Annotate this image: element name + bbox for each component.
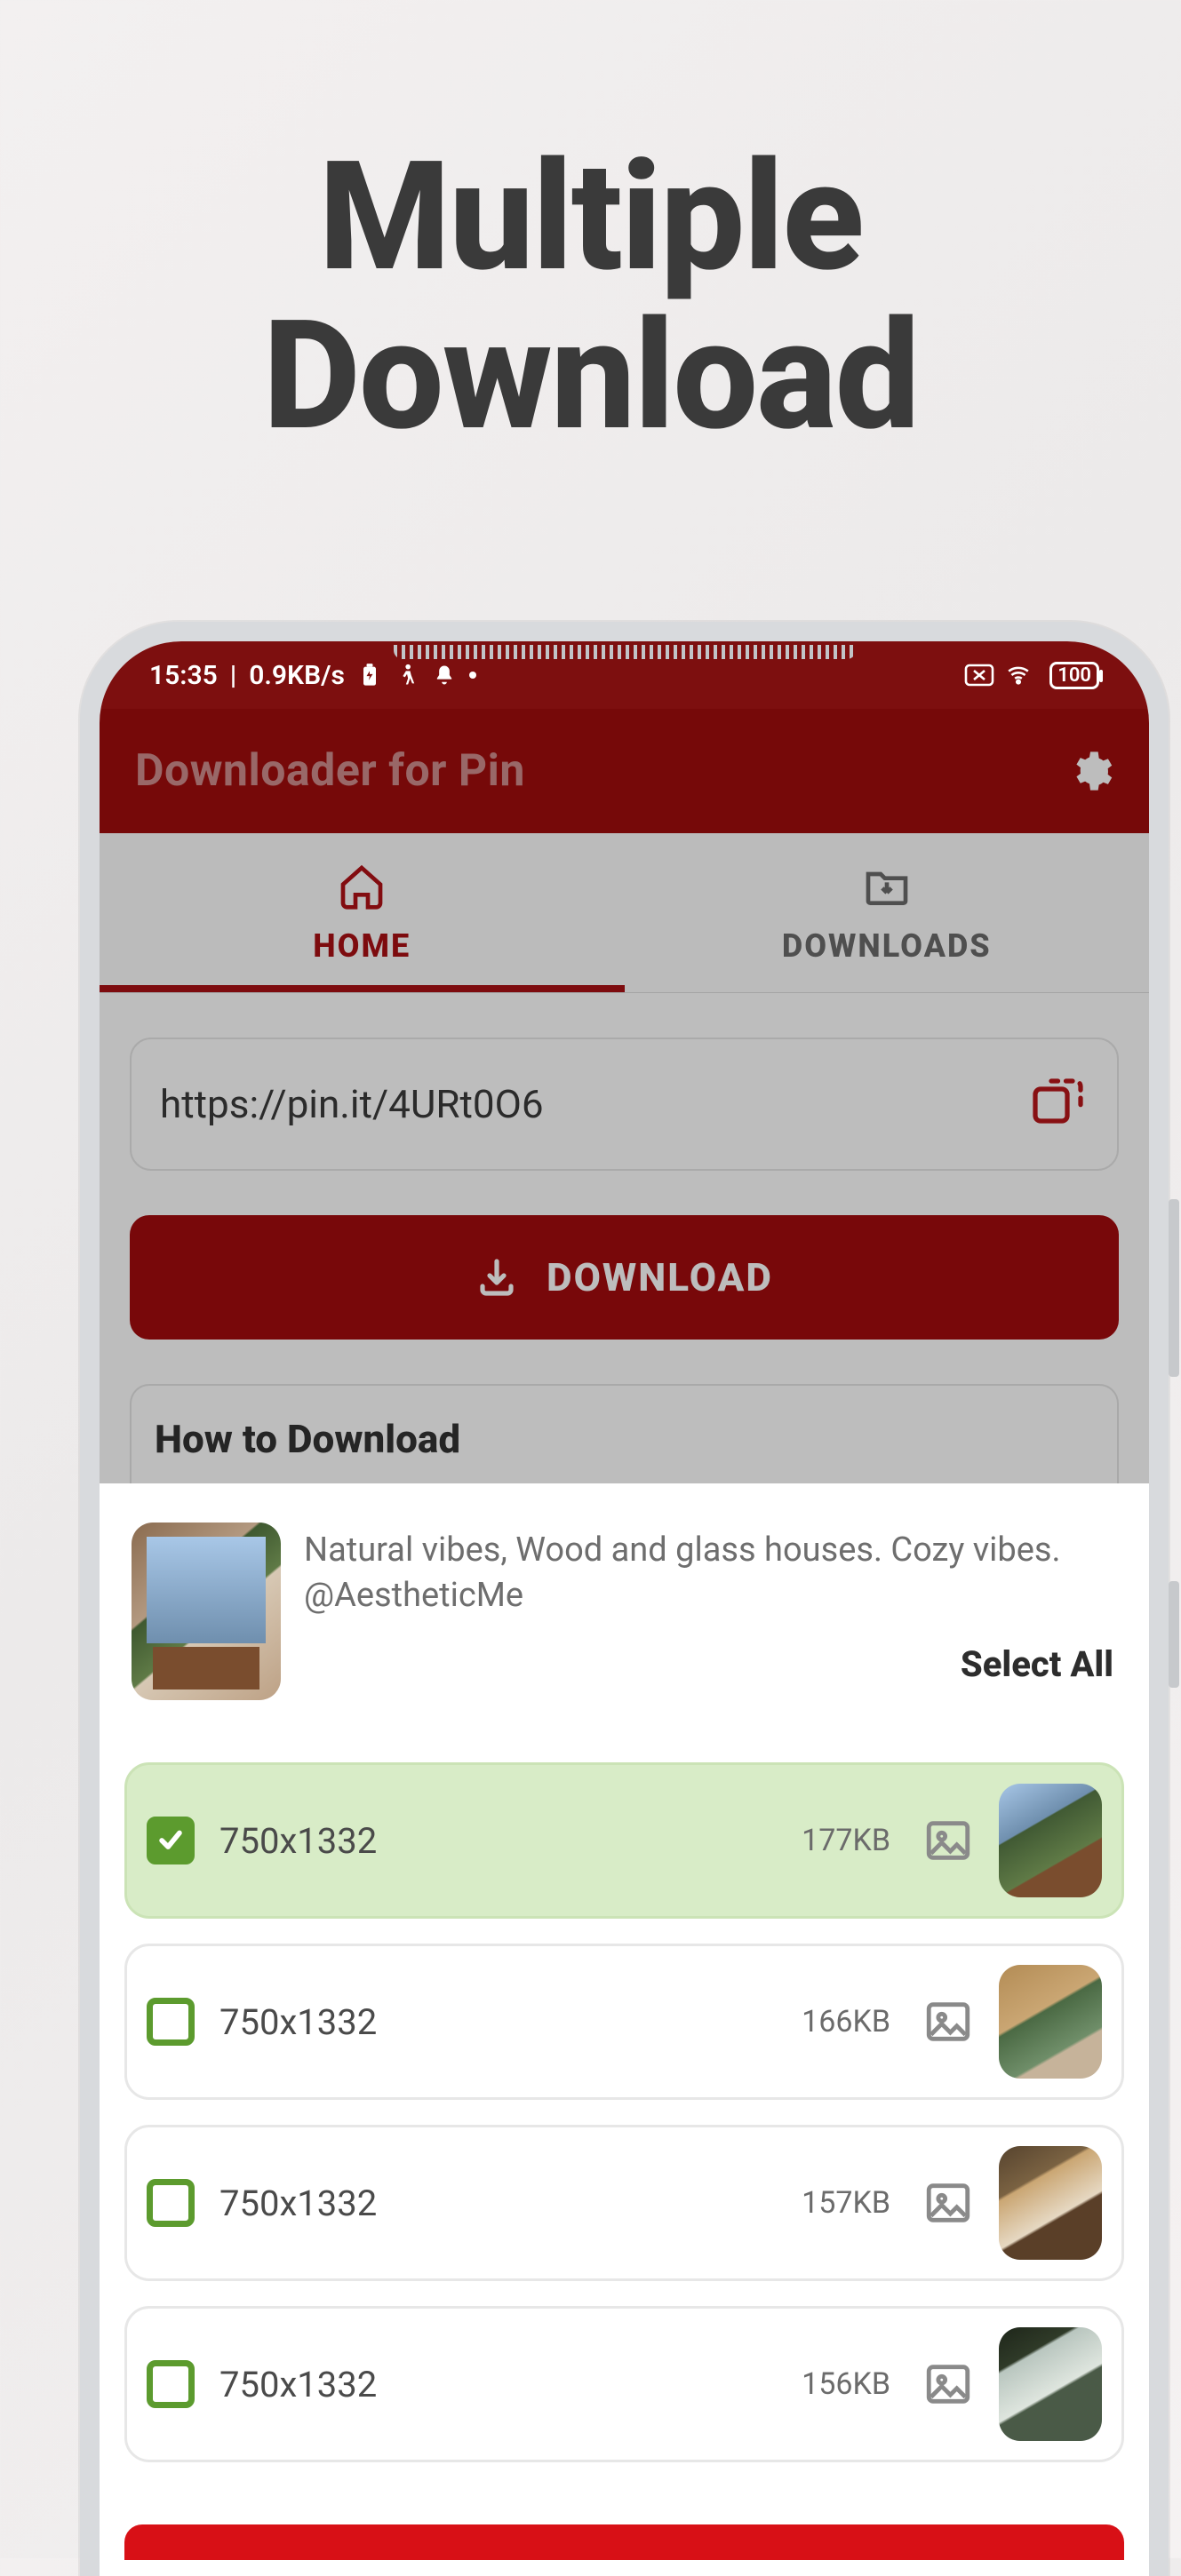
phone-screen: 15:35 | 0.9KB/s xyxy=(100,641,1149,2576)
bell-icon xyxy=(432,663,457,688)
download-item[interactable]: 750x1332 157KB xyxy=(124,2125,1124,2281)
item-size: 177KB xyxy=(802,1823,890,1858)
item-dimensions: 750x1332 xyxy=(219,2182,777,2224)
promo-title: Multiple Download xyxy=(0,0,1181,455)
tab-underline xyxy=(100,985,625,992)
wifi-icon xyxy=(1007,664,1037,687)
item-dimensions: 750x1332 xyxy=(219,2001,777,2043)
item-checkbox[interactable] xyxy=(147,1817,195,1864)
appbar-title: Downloader for Pin xyxy=(135,745,525,797)
battery-indicator: 100 xyxy=(1049,662,1099,689)
download-item[interactable]: 750x1332 156KB xyxy=(124,2306,1124,2462)
status-net-rate: 0.9KB/s xyxy=(249,660,345,691)
download-button-label: DOWNLOAD xyxy=(547,1254,773,1300)
app-bar: Downloader for Pin xyxy=(100,709,1149,833)
url-input-value: https://pin.it/4URt0O6 xyxy=(160,1081,544,1127)
item-checkbox[interactable] xyxy=(147,2360,195,2408)
battery-charging-icon xyxy=(357,663,382,688)
status-time: 15:35 xyxy=(149,660,218,691)
download-button[interactable]: DOWNLOAD xyxy=(130,1215,1119,1340)
item-checkbox[interactable] xyxy=(147,2179,195,2227)
sheet-description: Natural vibes, Wood and glass houses. Co… xyxy=(304,1523,1117,1619)
download-items-list: 750x1332 177KB 750x1332 166KB 750x1332 1… xyxy=(100,1700,1149,2462)
download-item[interactable]: 750x1332 166KB xyxy=(124,1944,1124,2100)
status-separator: | xyxy=(230,660,237,691)
item-size: 157KB xyxy=(802,2185,890,2221)
phone-frame: 15:35 | 0.9KB/s xyxy=(80,622,1169,2576)
image-icon xyxy=(922,1996,974,2047)
item-thumbnail xyxy=(999,1784,1102,1897)
promo-title-line1: Multiple xyxy=(0,138,1181,297)
item-thumbnail xyxy=(999,2146,1102,2260)
tab-downloads[interactable]: DOWNLOADS xyxy=(625,833,1150,992)
image-icon xyxy=(922,2177,974,2229)
url-input-card[interactable]: https://pin.it/4URt0O6 xyxy=(130,1038,1119,1171)
item-size: 166KB xyxy=(802,2004,890,2039)
paste-button[interactable] xyxy=(1025,1070,1089,1138)
phone-speaker-grill xyxy=(394,645,856,659)
tab-home[interactable]: HOME xyxy=(100,833,625,992)
item-dimensions: 750x1332 xyxy=(219,1820,777,1862)
select-all-button[interactable]: Select All xyxy=(961,1643,1113,1685)
item-checkbox[interactable] xyxy=(147,1998,195,2046)
dot-icon xyxy=(469,672,476,679)
tab-downloads-label: DOWNLOADS xyxy=(782,927,992,965)
paste-icon xyxy=(1025,1070,1089,1134)
item-dimensions: 750x1332 xyxy=(219,2364,777,2405)
sim-x-icon xyxy=(964,664,994,687)
tabs: HOME DOWNLOADS xyxy=(100,833,1149,993)
home-icon xyxy=(337,862,387,911)
sheet-main-thumbnail xyxy=(132,1523,281,1700)
item-size: 156KB xyxy=(802,2366,890,2402)
sheet-action-bar[interactable] xyxy=(124,2524,1124,2560)
folder-download-icon xyxy=(862,862,912,911)
tab-home-label: HOME xyxy=(313,927,411,965)
how-to-download-title: How to Download xyxy=(130,1384,1119,1492)
item-thumbnail xyxy=(999,1965,1102,2079)
download-options-sheet: Natural vibes, Wood and glass houses. Co… xyxy=(100,1483,1149,2576)
promo-title-line2: Download xyxy=(0,297,1181,456)
phone-side-button xyxy=(1169,1199,1179,1377)
image-icon xyxy=(922,1815,974,1866)
item-thumbnail xyxy=(999,2327,1102,2441)
phone-side-button xyxy=(1169,1581,1179,1688)
download-icon xyxy=(475,1256,518,1299)
walking-icon xyxy=(395,663,419,688)
settings-button[interactable] xyxy=(1067,748,1113,794)
download-item[interactable]: 750x1332 177KB xyxy=(124,1762,1124,1919)
image-icon xyxy=(922,2358,974,2410)
battery-level: 100 xyxy=(1057,664,1091,687)
